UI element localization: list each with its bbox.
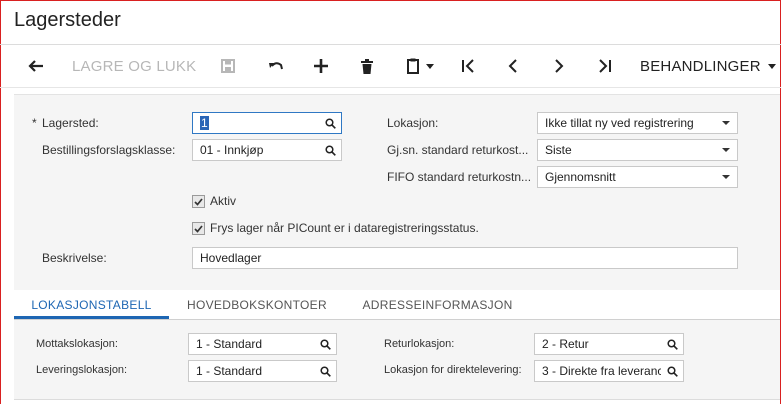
search-icon[interactable] [314,361,336,381]
undo-icon [268,60,284,72]
beskrivelse-value: Hovedlager [200,251,262,265]
save-button[interactable] [215,45,241,87]
active-tab-indicator [14,316,169,319]
bestillingsforslagsklasse-label: Bestillingsforslagsklasse: [42,143,176,157]
undo-button[interactable] [263,45,289,87]
beskrivelse-label: Beskrivelse: [42,251,107,265]
actions-menu-label: BEHANDLINGER [640,57,761,75]
gjsn-standard-select[interactable]: Siste [537,139,738,161]
lagersted-field[interactable]: 1 [192,112,342,134]
first-record-icon [461,59,475,73]
beskrivelse-field[interactable]: Hovedlager [192,247,738,269]
tab-adresseinformasjon[interactable]: ADRESSEINFORMASJON [350,290,525,320]
returlokasjon-field[interactable]: 2 - Retur [534,333,684,355]
add-button[interactable] [308,45,334,87]
summary-panel: * Lagersted: 1 Lokasjon: Ikke tillat ny … [14,94,780,290]
save-icon [221,59,235,73]
chevron-down-icon [715,140,737,160]
aktiv-checkbox[interactable] [192,195,205,208]
previous-record-button[interactable] [500,45,526,87]
tab-hovedbokskontoer[interactable]: HOVEDBOKSKONTOER [172,290,342,320]
direktelevering-field[interactable]: 3 - Direkte fra leveranc [534,360,684,382]
chevron-down-icon [767,63,776,69]
search-icon[interactable] [661,334,683,354]
checkmark-icon [194,197,203,206]
direktelevering-label: Lokasjon for direktelevering: [384,364,522,376]
fifo-standard-value: Gjennomsnitt [545,170,616,184]
returlokasjon-label: Returlokasjon: [384,338,455,350]
required-mark: * [32,116,37,130]
toolbar-divider [0,87,781,88]
chevron-down-icon [425,63,434,69]
delete-button[interactable] [354,45,380,87]
save-close-button[interactable]: LAGRE OG LUKK [66,45,228,87]
checkmark-icon [194,224,203,233]
search-icon[interactable] [319,113,341,133]
lagersted-value: 1 [200,116,209,130]
lokasjon-value: Ikke tillat ny ved registrering [545,116,694,130]
mottakslokasjon-value: 1 - Standard [196,337,263,351]
next-record-icon [554,59,564,73]
returlokasjon-value: 2 - Retur [542,337,589,351]
actions-menu-button[interactable]: BEHANDLINGER [640,45,776,87]
search-icon[interactable] [319,140,341,160]
search-icon[interactable] [661,361,683,381]
mottakslokasjon-label: Mottakslokasjon: [36,338,118,350]
last-record-button[interactable] [592,45,618,87]
first-record-button[interactable] [455,45,481,87]
location-table-panel: Mottakslokasjon: 1 - Standard Returlokas… [14,320,780,400]
mottakslokasjon-field[interactable]: 1 - Standard [188,333,337,355]
bestillingsforslagsklasse-field[interactable]: 01 - Innkjøp [192,139,342,161]
leveringslokasjon-field[interactable]: 1 - Standard [188,360,337,382]
lokasjon-select[interactable]: Ikke tillat ny ved registrering [537,112,738,134]
lokasjon-label: Lokasjon: [387,116,439,130]
gjsn-standard-label: Gj.sn. standard returkost... [387,143,529,157]
next-record-button[interactable] [546,45,572,87]
chevron-down-icon [715,113,737,133]
back-button[interactable] [22,45,50,87]
fifo-standard-label: FIFO standard returkostn... [387,170,532,184]
search-icon[interactable] [314,334,336,354]
last-record-icon [598,59,612,73]
page-title: Lagersteder [14,9,121,31]
chevron-down-icon [715,167,737,187]
frys-lager-checkbox[interactable] [192,222,205,235]
toolbar: LAGRE OG LUKK BEHANDLINGER [0,45,781,87]
plus-icon [314,59,328,73]
clipboard-icon [406,58,421,74]
leveringslokasjon-label: Leveringslokasjon: [36,364,128,376]
clipboard-menu-button[interactable] [400,45,440,87]
bestillingsforslagsklasse-value: 01 - Innkjøp [200,143,264,157]
lagersted-label: Lagersted: [42,116,99,130]
gjsn-standard-value: Siste [545,143,572,157]
trash-icon [361,58,373,74]
frys-lager-label: Frys lager når PICount er i dataregistre… [210,221,479,235]
back-arrow-icon [28,59,44,73]
aktiv-label: Aktiv [210,194,237,208]
previous-record-icon [508,59,518,73]
direktelevering-value: 3 - Direkte fra leveranc [542,364,661,378]
leveringslokasjon-value: 1 - Standard [196,364,263,378]
fifo-standard-select[interactable]: Gjennomsnitt [537,166,738,188]
